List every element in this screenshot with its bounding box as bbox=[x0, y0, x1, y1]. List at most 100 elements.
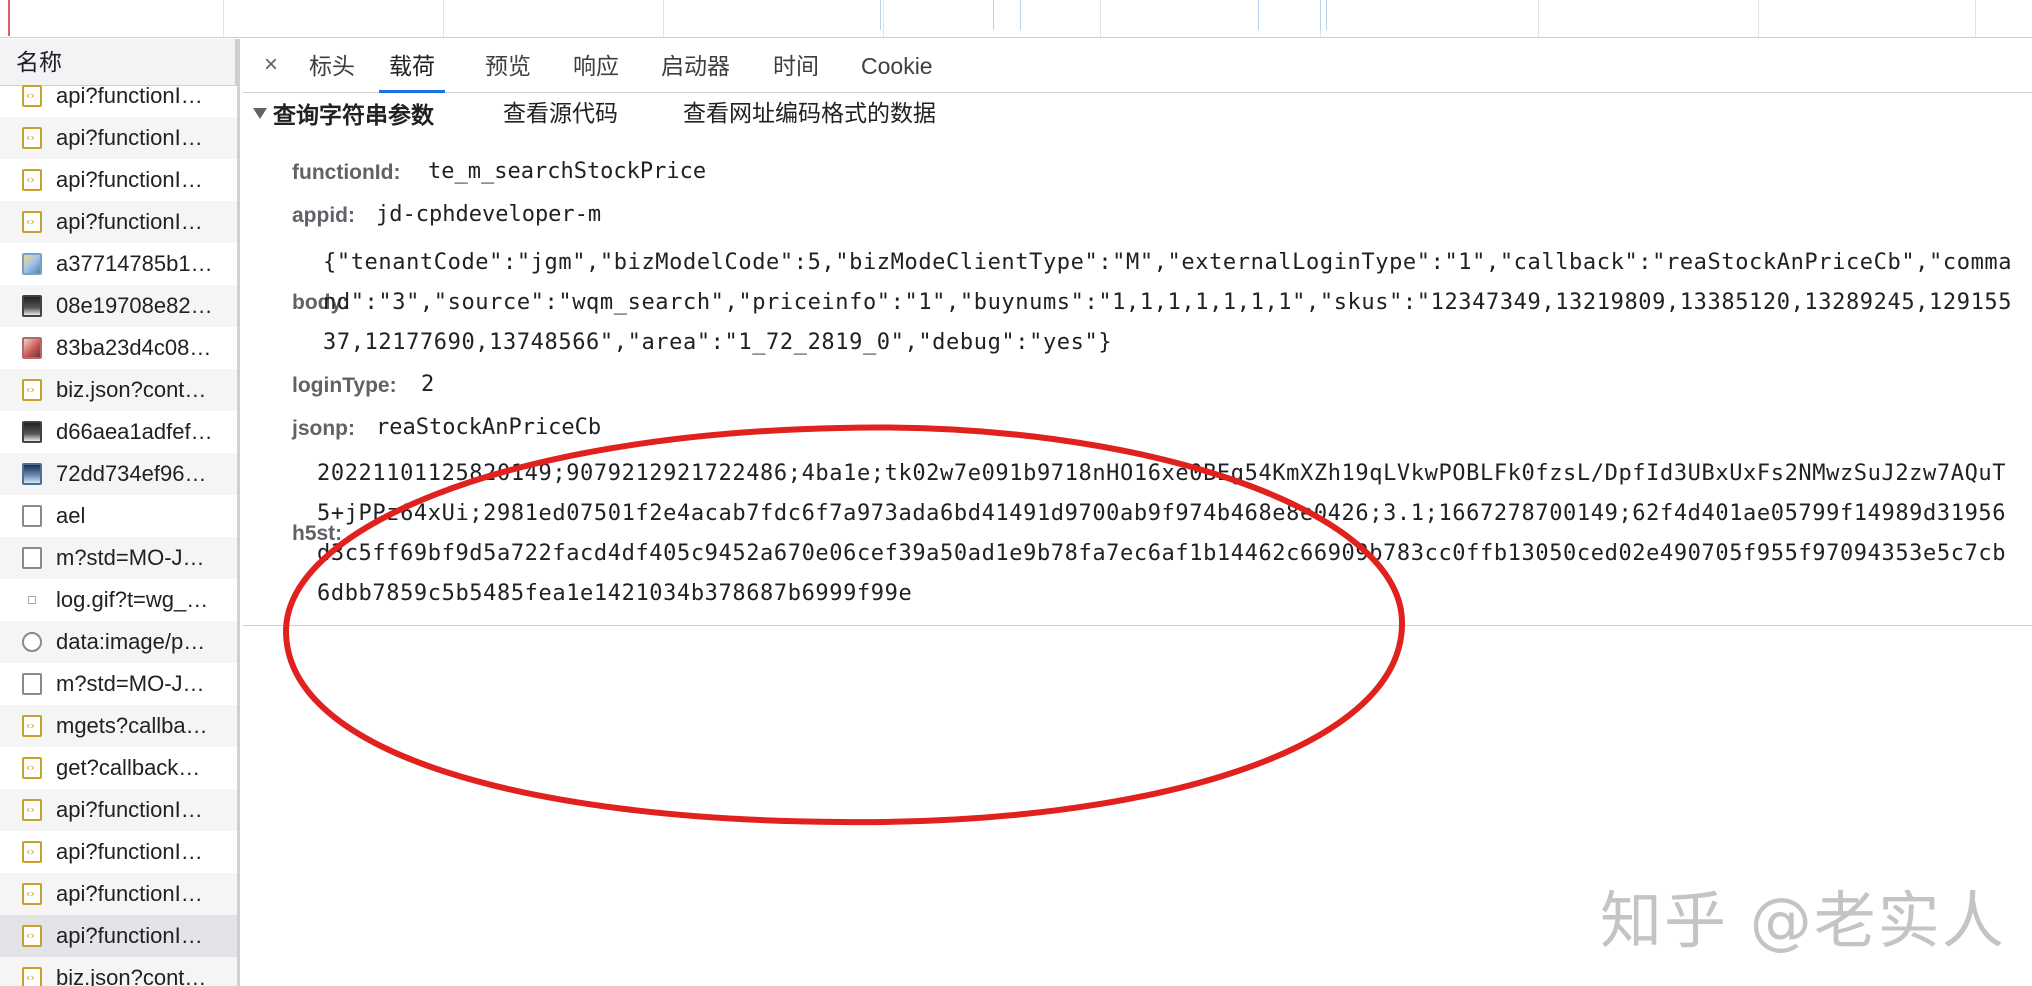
request-name: m?std=MO-J… bbox=[56, 545, 205, 570]
request-list-panel[interactable]: 名称 api?functionI…api?functionI…api?funct… bbox=[0, 39, 240, 986]
timeline-start-marker bbox=[8, 0, 10, 36]
request-name: 83ba23d4c08… bbox=[56, 335, 212, 360]
request-detail-panel: × 标头 载荷 预览 响应 启动器 时间 Cookie 查询字符串参数 查看源代… bbox=[243, 39, 2032, 986]
request-row[interactable]: mgets?callba… bbox=[0, 705, 237, 747]
request-name: biz.json?cont… bbox=[56, 965, 207, 986]
request-name: m?std=MO-J… bbox=[56, 671, 205, 696]
image-thumbnail-icon bbox=[22, 253, 42, 275]
timeline-gridline bbox=[443, 0, 444, 37]
request-row[interactable]: m?std=MO-J… bbox=[0, 663, 237, 705]
tab-response[interactable]: 响应 bbox=[573, 39, 619, 93]
query-string-section-title: 查询字符串参数 bbox=[273, 102, 434, 128]
image-thumbnail-icon bbox=[22, 421, 42, 443]
request-name: api?functionI… bbox=[56, 881, 203, 906]
request-row[interactable]: d66aea1adfef… bbox=[0, 411, 237, 453]
timeline-request-bar bbox=[880, 0, 881, 30]
param-key-appid: appid: bbox=[292, 204, 355, 227]
param-value-appid: jd-cphdeveloper-m bbox=[376, 202, 602, 227]
zhihu-watermark: 知乎 @老实人 bbox=[1600, 884, 2006, 957]
request-name: data:image/p… bbox=[56, 629, 206, 654]
request-row[interactable]: api?functionI… bbox=[0, 201, 237, 243]
timeline-request-bar bbox=[1020, 0, 1021, 30]
request-name: mgets?callba… bbox=[56, 713, 208, 738]
request-row[interactable]: api?functionI… bbox=[0, 789, 237, 831]
view-source-button[interactable]: 查看源代码 bbox=[503, 93, 618, 133]
request-name: 08e19708e82… bbox=[56, 293, 213, 318]
request-row[interactable]: api?functionI… bbox=[0, 831, 237, 873]
request-row[interactable]: api?functionI… bbox=[0, 873, 237, 915]
script-file-icon bbox=[22, 85, 42, 107]
script-file-icon bbox=[22, 127, 42, 149]
timeline-request-bar bbox=[993, 0, 994, 30]
script-file-icon bbox=[22, 883, 42, 905]
param-value-functionid: te_m_searchStockPrice bbox=[428, 159, 707, 184]
script-file-icon bbox=[22, 169, 42, 191]
request-row[interactable]: 83ba23d4c08… bbox=[0, 327, 237, 369]
detail-tab-bar: × 标头 载荷 预览 响应 启动器 时间 Cookie bbox=[243, 39, 2032, 93]
request-row[interactable]: m?std=MO-J… bbox=[0, 537, 237, 579]
param-key-logintype: loginType: bbox=[292, 374, 397, 397]
request-name: biz.json?cont… bbox=[56, 377, 207, 402]
request-name: a37714785b1… bbox=[56, 251, 213, 276]
script-file-icon bbox=[22, 799, 42, 821]
request-row[interactable]: api?functionI… bbox=[0, 117, 237, 159]
script-file-icon bbox=[22, 715, 42, 737]
tab-preview[interactable]: 预览 bbox=[485, 39, 531, 93]
request-row[interactable]: get?callback… bbox=[0, 747, 237, 789]
timeline-gridline bbox=[883, 0, 884, 37]
request-row[interactable]: a37714785b1… bbox=[0, 243, 237, 285]
request-row[interactable]: biz.json?cont… bbox=[0, 957, 237, 986]
tab-initiator[interactable]: 启动器 bbox=[661, 39, 730, 93]
tab-headers[interactable]: 标头 bbox=[309, 39, 355, 93]
request-row[interactable]: api?functionI… bbox=[0, 159, 237, 201]
timeline-gridline bbox=[1538, 0, 1539, 37]
document-icon bbox=[22, 505, 42, 527]
document-icon bbox=[22, 673, 42, 695]
timeline-gridline bbox=[1975, 0, 1976, 37]
request-name: api?functionI… bbox=[56, 125, 203, 150]
script-file-icon bbox=[22, 211, 42, 233]
tab-cookies[interactable]: Cookie bbox=[861, 39, 933, 93]
image-thumbnail-icon bbox=[22, 463, 42, 485]
request-row[interactable]: data:image/p… bbox=[0, 621, 237, 663]
script-file-icon bbox=[22, 379, 42, 401]
timeline-gridline bbox=[663, 0, 664, 37]
script-file-icon bbox=[22, 841, 42, 863]
request-name: log.gif?t=wg_… bbox=[56, 587, 209, 612]
request-row[interactable]: api?functionI… bbox=[0, 915, 237, 957]
timeline-request-bar bbox=[1320, 0, 1321, 30]
request-name: api?functionI… bbox=[56, 923, 203, 948]
request-name: ael bbox=[56, 503, 86, 528]
close-icon[interactable]: × bbox=[257, 49, 285, 81]
request-row[interactable]: biz.json?cont… bbox=[0, 369, 237, 411]
request-row[interactable]: api?functionI… bbox=[0, 75, 237, 117]
request-row[interactable]: ael bbox=[0, 495, 237, 537]
request-name: api?functionI… bbox=[56, 839, 203, 864]
document-icon bbox=[22, 547, 42, 569]
request-name: d66aea1adfef… bbox=[56, 419, 213, 444]
param-value-h5st: 20221101125820149;9079212921722486;4ba1e… bbox=[317, 461, 2007, 606]
param-key-jsonp: jsonp: bbox=[292, 417, 355, 440]
request-row[interactable]: log.gif?t=wg_… bbox=[0, 579, 237, 621]
script-file-icon bbox=[22, 757, 42, 779]
param-value-logintype: 2 bbox=[421, 372, 435, 397]
timeline-gridline bbox=[1100, 0, 1101, 37]
timeline-gridline bbox=[223, 0, 224, 37]
tab-payload[interactable]: 载荷 bbox=[379, 39, 445, 93]
param-key-functionid: functionId: bbox=[292, 161, 401, 184]
expand-triangle-icon bbox=[253, 107, 267, 119]
gif-icon bbox=[28, 596, 36, 604]
script-file-icon bbox=[22, 967, 42, 986]
payload-divider bbox=[243, 625, 2032, 626]
request-name: api?functionI… bbox=[56, 83, 203, 108]
tab-timing[interactable]: 时间 bbox=[773, 39, 819, 93]
request-row[interactable]: 08e19708e82… bbox=[0, 285, 237, 327]
request-name: api?functionI… bbox=[56, 167, 203, 192]
query-string-section-toggle[interactable]: 查询字符串参数 bbox=[253, 93, 434, 133]
request-row[interactable]: 72dd734ef96… bbox=[0, 453, 237, 495]
image-thumbnail-icon bbox=[22, 295, 42, 317]
circle-image-icon bbox=[22, 632, 42, 652]
network-timeline-overview[interactable] bbox=[0, 0, 2032, 38]
image-thumbnail-icon bbox=[22, 337, 42, 359]
view-url-encoded-button[interactable]: 查看网址编码格式的数据 bbox=[683, 93, 936, 133]
